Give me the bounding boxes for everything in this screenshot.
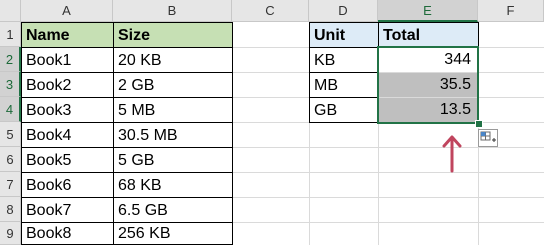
row-header-1[interactable]: 1 bbox=[0, 22, 21, 47]
row-header-7[interactable]: 7 bbox=[0, 172, 21, 197]
cell-a4[interactable]: Book3 bbox=[21, 97, 114, 123]
cell-a6[interactable]: Book5 bbox=[21, 147, 114, 173]
selection-range-e2-e4[interactable] bbox=[377, 46, 479, 124]
cell-a1-header[interactable]: Name bbox=[21, 22, 114, 48]
row-header-8[interactable]: 8 bbox=[0, 197, 21, 222]
select-all-corner[interactable] bbox=[0, 0, 21, 22]
cell-b6[interactable]: 5 GB bbox=[113, 147, 233, 173]
column-header-e[interactable]: E bbox=[378, 0, 478, 22]
cell-d3[interactable]: MB bbox=[309, 72, 379, 98]
row-header-4[interactable]: 4 bbox=[0, 97, 21, 122]
up-arrow-icon bbox=[441, 133, 463, 173]
cell-b1-header[interactable]: Size bbox=[113, 22, 233, 48]
spreadsheet-grid: A B C D E F 1 2 3 4 5 6 7 8 9 Name Size … bbox=[0, 0, 544, 245]
cell-a2[interactable]: Book1 bbox=[21, 47, 114, 73]
column-header-f[interactable]: F bbox=[478, 0, 544, 22]
cell-a5[interactable]: Book4 bbox=[21, 122, 114, 148]
cell-a9[interactable]: Book8 bbox=[21, 222, 114, 245]
column-header-a[interactable]: A bbox=[21, 0, 113, 22]
row-header-3[interactable]: 3 bbox=[0, 72, 21, 97]
cell-b4[interactable]: 5 MB bbox=[113, 97, 233, 123]
row-header-9[interactable]: 9 bbox=[0, 222, 21, 245]
cell-b5[interactable]: 30.5 MB bbox=[113, 122, 233, 148]
cell-d4[interactable]: GB bbox=[309, 97, 379, 123]
cell-a8[interactable]: Book7 bbox=[21, 197, 114, 223]
cell-b2[interactable]: 20 KB bbox=[113, 47, 233, 73]
cell-b9[interactable]: 256 KB bbox=[113, 222, 233, 245]
column-header-d[interactable]: D bbox=[309, 0, 378, 22]
row-header-5[interactable]: 5 bbox=[0, 122, 21, 147]
cell-a3[interactable]: Book2 bbox=[21, 72, 114, 98]
column-header-c[interactable]: C bbox=[232, 0, 309, 22]
cell-b8[interactable]: 6.5 GB bbox=[113, 197, 233, 223]
cell-d1-header[interactable]: Unit bbox=[309, 22, 379, 48]
row-header-6[interactable]: 6 bbox=[0, 147, 21, 172]
cell-b3[interactable]: 2 GB bbox=[113, 72, 233, 98]
column-header-b[interactable]: B bbox=[113, 0, 232, 22]
cell-d2[interactable]: KB bbox=[309, 47, 379, 73]
quick-analysis-icon[interactable] bbox=[478, 129, 498, 147]
cell-b7[interactable]: 68 KB bbox=[113, 172, 233, 198]
cell-a7[interactable]: Book6 bbox=[21, 172, 114, 198]
row-header-2[interactable]: 2 bbox=[0, 47, 21, 72]
fill-handle[interactable] bbox=[475, 120, 483, 128]
cell-e1-header[interactable]: Total bbox=[378, 22, 479, 48]
